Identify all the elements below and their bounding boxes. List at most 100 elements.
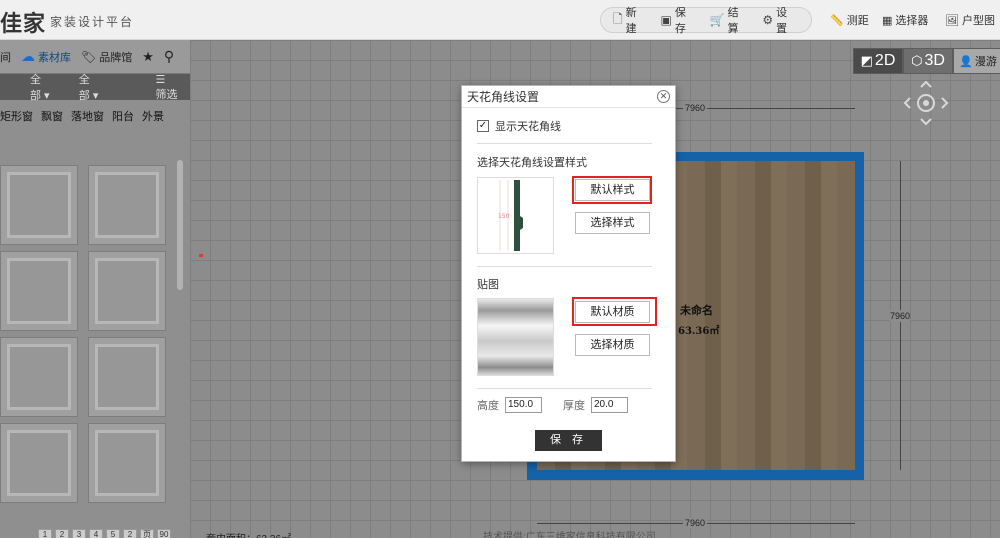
cart-icon: 🛒 — [709, 13, 725, 27]
search-icon[interactable]: ⚲ — [164, 48, 174, 65]
window-thumb[interactable] — [88, 337, 166, 417]
choose-style-button[interactable]: 选择样式 — [575, 212, 650, 234]
list-icon: ☰ — [155, 73, 166, 86]
divider — [477, 266, 652, 267]
show-cornice-checkbox[interactable]: ✓ — [477, 120, 489, 132]
style-section-title: 选择天花角线设置样式 — [477, 157, 587, 169]
page-input[interactable]: 2 — [123, 529, 137, 538]
platform-title: 家装设计平台 — [50, 15, 135, 29]
category-floor-window[interactable]: 落地窗 — [71, 108, 104, 124]
app-logo: 佳家 — [0, 12, 47, 37]
style-preview: 150 — [477, 177, 554, 254]
area-summary: 套内面积：63.36㎡ — [206, 530, 291, 538]
file-actions: 🗋 新建 ▣ 保存 🛒 结算 ⚙ 设置 — [600, 4, 812, 36]
window-thumb[interactable] — [88, 165, 166, 245]
plan-icon: ◩ — [860, 53, 873, 68]
pan-up-icon — [920, 80, 932, 88]
selector-icon: ▦ — [882, 14, 893, 27]
dimension-right: 7960 — [890, 310, 911, 322]
pan-right-icon — [941, 97, 949, 109]
walkthrough-button[interactable]: 👤 漫游 — [953, 48, 1000, 74]
view-3d-button[interactable]: ⬡ 3D — [903, 48, 953, 74]
cube-icon: ⬡ — [911, 53, 923, 68]
person-icon: 👤 — [959, 55, 973, 68]
tab-material-library[interactable]: ☁ 素材库 — [21, 48, 71, 65]
filter-button[interactable]: ☰ 筛选 — [126, 73, 190, 102]
marker — [199, 254, 203, 257]
floorplan-icon: 🖼 — [945, 14, 959, 27]
save-icon: ▣ — [660, 13, 672, 27]
texture-preview — [477, 298, 554, 376]
divider — [477, 388, 652, 389]
room-name: 未命名 — [680, 304, 713, 317]
checkout-button[interactable]: 🛒 结算 — [710, 4, 749, 36]
page-label: 页 — [140, 529, 154, 538]
window-thumb[interactable] — [88, 423, 166, 503]
new-button[interactable]: 🗋 新建 — [613, 4, 647, 36]
top-bar: 佳家 家装设计平台 🗋 新建 ▣ 保存 🛒 结算 ⚙ 设置 📏 测距 ▦ 选择器… — [0, 0, 1000, 40]
left-panel: 间 ☁ 素材库 🏷 品牌馆 ★ ⚲ 全部 ▾ 全部 ▾ ☰ 筛选 矩形窗 飘窗 … — [0, 40, 190, 538]
window-thumb[interactable] — [0, 423, 78, 503]
room-area: 63.36㎡ — [678, 326, 720, 337]
view-2d-button[interactable]: ◩ 2D — [853, 48, 903, 74]
cornice-profile-icon: 150 — [498, 180, 523, 251]
size-row: 高度 150.0 厚度 20.0 — [477, 397, 628, 413]
page-total: 90 — [157, 529, 171, 538]
page-5[interactable]: 5 — [106, 529, 120, 538]
category-exterior[interactable]: 外景 — [142, 108, 164, 124]
star-icon[interactable]: ★ — [142, 49, 154, 65]
save-button[interactable]: ▣ 保存 — [661, 4, 696, 36]
ruler-icon: 📏 — [830, 14, 844, 27]
texture-section-title: 贴图 — [477, 279, 499, 291]
cloud-icon: ☁ — [21, 48, 35, 64]
window-thumb[interactable] — [0, 251, 78, 331]
page-4[interactable]: 4 — [89, 529, 103, 538]
measure-tool[interactable]: 📏 测距 — [830, 12, 869, 28]
new-file-icon: 🗋 — [613, 11, 623, 26]
height-label: 高度 — [477, 400, 499, 412]
view-toggle: ◩ 2D ⬡ 3D 👤 漫游 — [853, 48, 1000, 74]
gear-icon: ⚙ — [762, 13, 774, 27]
dimension-top: 7960 — [683, 103, 708, 113]
height-input[interactable]: 150.0 — [505, 397, 542, 413]
footer-credit: 技术提供:广东三维家信息科技有限公司 — [483, 532, 656, 538]
filter-dropdown-1[interactable]: 全部 ▾ — [30, 71, 51, 103]
pan-left-icon — [903, 97, 911, 109]
cornice-settings-dialog: 天花角线设置 ✕ ✓ 显示天花角线 选择天花角线设置样式 150 默认样式 选择… — [461, 85, 676, 462]
dialog-header: 天花角线设置 ✕ — [462, 86, 675, 108]
category-bay-window[interactable]: 飘窗 — [41, 108, 63, 124]
show-cornice-label: 显示天花角线 — [495, 121, 561, 133]
panel-scrollbar[interactable] — [177, 160, 183, 290]
tab-brand-hall[interactable]: 🏷 品牌馆 — [81, 49, 132, 65]
close-icon[interactable]: ✕ — [657, 90, 670, 103]
filter-dropdown-2[interactable]: 全部 ▾ — [79, 71, 100, 103]
page-2[interactable]: 2 — [55, 529, 69, 538]
window-thumb[interactable] — [0, 337, 78, 417]
highlight-box — [572, 297, 657, 326]
choose-material-button[interactable]: 选择材质 — [575, 334, 650, 356]
tab-room[interactable]: 间 — [0, 49, 11, 65]
highlight-box — [572, 176, 652, 204]
show-cornice-row: ✓ 显示天花角线 — [477, 118, 561, 134]
pagination: 1 2 3 4 5 2 页 90 — [38, 529, 171, 538]
window-thumb[interactable] — [0, 165, 78, 245]
category-balcony[interactable]: 阳台 — [112, 108, 134, 124]
pan-down-icon — [920, 118, 932, 126]
divider — [477, 143, 652, 144]
floorplan-tool[interactable]: 🖼 户型图 — [945, 12, 995, 28]
page-1[interactable]: 1 — [38, 529, 52, 538]
navigation-control[interactable] — [903, 80, 949, 126]
panel-tabs: 间 ☁ 素材库 🏷 品牌馆 ★ ⚲ — [0, 40, 190, 74]
tag-icon: 🏷 — [81, 49, 97, 64]
svg-text:150: 150 — [498, 213, 510, 220]
category-list: 矩形窗 飘窗 落地窗 阳台 外景 — [0, 100, 190, 132]
category-rect-window[interactable]: 矩形窗 — [0, 108, 33, 124]
selector-tool[interactable]: ▦ 选择器 — [882, 12, 928, 28]
thickness-input[interactable]: 20.0 — [591, 397, 628, 413]
thickness-label: 厚度 — [563, 400, 585, 412]
texture-swatch-icon — [478, 299, 553, 375]
settings-button[interactable]: ⚙ 设置 — [762, 4, 797, 36]
window-thumb[interactable] — [88, 251, 166, 331]
page-3[interactable]: 3 — [72, 529, 86, 538]
save-dialog-button[interactable]: 保 存 — [535, 430, 602, 451]
